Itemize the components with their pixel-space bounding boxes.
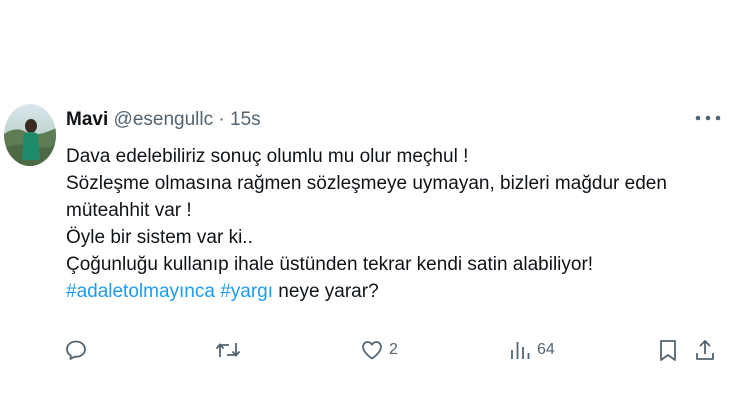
views-icon: [511, 342, 530, 359]
tweet-header: Mavi @esengullc · 15s: [66, 108, 261, 132]
action-bar: 2 64: [0, 334, 730, 366]
share-icon: [696, 340, 714, 360]
avatar[interactable]: [4, 104, 56, 166]
tweet-line: Sözleşme olmasına rağmen sözleşmeye uyma…: [66, 173, 667, 194]
user-handle[interactable]: @esengullc: [114, 109, 214, 130]
reply-icon: [66, 340, 86, 360]
hashtag-link[interactable]: #adaletolmayınca: [66, 281, 215, 302]
views-count: 64: [537, 341, 555, 358]
tweet-line: Dava edelebiliriz sonuç olumlu mu olur m…: [66, 146, 469, 167]
like-button[interactable]: 2: [360, 334, 398, 366]
more-icon: [695, 115, 721, 121]
tweet-line: Öyle bir sistem var ki..: [66, 227, 253, 248]
share-button[interactable]: [694, 334, 716, 366]
reply-button[interactable]: [64, 334, 93, 366]
retweet-button[interactable]: [215, 334, 246, 366]
tweet-card[interactable]: Mavi @esengullc · 15s Dava edelebiliriz …: [0, 0, 730, 420]
like-icon: [362, 341, 382, 360]
timestamp[interactable]: 15s: [230, 109, 261, 130]
display-name[interactable]: Mavi: [66, 109, 108, 130]
tweet-line-hashtags: #adaletolmayınca #yargı neye yarar?: [66, 278, 706, 305]
views-button[interactable]: 64: [508, 334, 555, 366]
tweet-text: Dava edelebiliriz sonuç olumlu mu olur m…: [66, 143, 706, 305]
bookmark-icon: [660, 340, 676, 361]
retweet-icon: [215, 343, 241, 357]
more-button[interactable]: [693, 110, 723, 126]
tweet-line: Çoğunluğu kullanıp ihale üstünden tekrar…: [66, 254, 594, 275]
like-count: 2: [389, 341, 398, 358]
tweet-line: müteahhit var !: [66, 200, 192, 221]
tweet-line-tail: neye yarar?: [273, 281, 379, 302]
bookmark-button[interactable]: [657, 334, 679, 366]
hashtag-link[interactable]: #yargı: [220, 281, 273, 302]
separator-dot: ·: [218, 109, 225, 130]
